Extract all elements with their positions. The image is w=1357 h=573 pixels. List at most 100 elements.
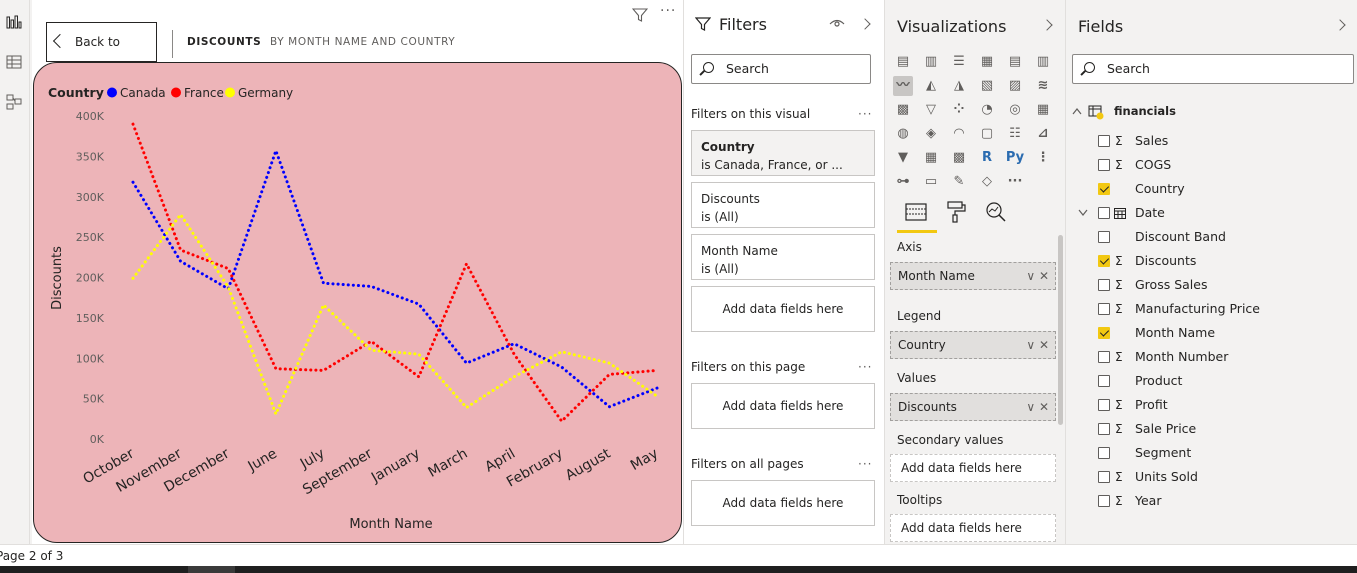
field-checkbox[interactable] [1098,423,1110,435]
well-controls[interactable]: ∨ ✕ [1026,332,1049,358]
field-checkbox[interactable] [1098,183,1110,195]
arcgis-visual-icon[interactable]: ◇ [977,172,997,192]
ribbon-visual-icon[interactable]: ≋ [1033,76,1053,96]
line-clustered-visual-icon[interactable]: ▨ [1005,76,1025,96]
multi-row-card-visual-icon[interactable]: ☷ [1005,124,1025,144]
gauge-visual-icon[interactable]: ◠ [949,124,969,144]
field-checkbox[interactable] [1098,327,1110,339]
waterfall-visual-icon[interactable]: ▩ [893,100,913,120]
collapse-fields-icon[interactable] [1334,19,1346,31]
analytics-magnifier-icon[interactable] [984,200,1008,224]
100-column-visual-icon[interactable]: ▥ [1033,52,1053,72]
field-manufacturing-price[interactable]: Σ Manufacturing Price [1066,299,1356,319]
field-checkbox[interactable] [1098,207,1110,219]
field-checkbox[interactable] [1098,279,1110,291]
funnel-visual-icon[interactable]: ▽ [921,100,941,120]
more-options-icon[interactable]: ··· [660,3,676,19]
area-visual-icon[interactable]: ◭ [921,76,941,96]
slicer-visual-icon[interactable]: ▼ [893,148,913,168]
field-date[interactable]: Date [1066,203,1356,223]
field-checkbox[interactable] [1098,255,1110,267]
field-sale-price[interactable]: Σ Sale Price [1066,419,1356,439]
field-checkbox[interactable] [1098,447,1110,459]
secondary-values-well[interactable]: Add data fields here [890,454,1056,482]
kpi-visual-icon[interactable]: ⊿ [1033,124,1053,144]
python-visual-visual-icon[interactable]: Py [1005,148,1025,168]
field-product[interactable]: Product [1066,371,1356,391]
key-influencers-visual-icon[interactable]: ⋮ [1033,148,1053,168]
collapse-filters-icon[interactable] [859,18,871,30]
axis-well[interactable]: Month Name ∨ ✕ [890,262,1056,290]
visual-filter-drop-zone[interactable]: Add data fields here [691,286,875,332]
collapse-visualizations-icon[interactable] [1041,19,1053,31]
fields-tab-icon[interactable] [904,200,928,224]
donut-visual-icon[interactable]: ◎ [1005,100,1025,120]
pie-visual-icon[interactable]: ◔ [977,100,997,120]
line-chart-visual[interactable]: Country Canada France Germany 400K 350K 300K 2… [33,62,682,543]
map-visual-icon[interactable]: ◍ [893,124,913,144]
filter-card-discounts[interactable]: Discounts is (All) [691,182,875,228]
legend-well[interactable]: Country ∨ ✕ [890,331,1056,359]
r-visual-visual-icon[interactable]: R [977,148,997,168]
more-options-icon[interactable]: ··· [858,457,872,471]
field-checkbox[interactable] [1098,495,1110,507]
table-visual-icon[interactable]: ▦ [921,148,941,168]
tooltips-well[interactable]: Add data fields here [890,514,1056,542]
well-controls[interactable]: ∨ ✕ [1026,263,1049,289]
table-financials[interactable]: financials [1066,101,1356,121]
field-checkbox[interactable] [1098,303,1110,315]
field-month-number[interactable]: Σ Month Number [1066,347,1356,367]
scatter-visual-icon[interactable]: ⁘ [949,100,969,120]
matrix-visual-icon[interactable]: ▩ [949,148,969,168]
chevron-up-icon[interactable] [1072,107,1082,115]
field-checkbox[interactable] [1098,351,1110,363]
clustered-column-visual-icon[interactable]: ▦ [977,52,997,72]
page-filter-drop-zone[interactable]: Add data fields here [691,383,875,429]
field-country[interactable]: Country [1066,179,1356,199]
format-paint-roller-icon[interactable] [944,200,968,224]
fields-search-input[interactable]: Search [1072,54,1354,84]
field-checkbox[interactable] [1098,135,1110,147]
stacked-bar-visual-icon[interactable]: ▤ [893,52,913,72]
field-discount-band[interactable]: Discount Band [1066,227,1356,247]
visualizations-scrollbar[interactable] [1058,235,1063,425]
report-filter-drop-zone[interactable]: Add data fields here [691,480,875,526]
treemap-visual-icon[interactable]: ▦ [1033,100,1053,120]
eye-icon[interactable] [829,17,845,31]
field-checkbox[interactable] [1098,471,1110,483]
field-checkbox[interactable] [1098,375,1110,387]
well-controls[interactable]: ∨ ✕ [1026,394,1049,420]
qa-visual-icon[interactable]: ▭ [921,172,941,192]
field-year[interactable]: Σ Year [1066,491,1356,511]
stacked-column-visual-icon[interactable]: ▥ [921,52,941,72]
line-visual-icon[interactable]: 〰 [893,76,913,96]
report-view-icon[interactable] [6,14,22,30]
100-bar-visual-icon[interactable]: ▤ [1005,52,1025,72]
filter-card-country[interactable]: Country is Canada, France, or ... [691,130,875,176]
stacked-area-visual-icon[interactable]: ◮ [949,76,969,96]
visual-filter-icon[interactable] [632,7,648,23]
field-discounts[interactable]: Σ Discounts [1066,251,1356,271]
more-visuals-visual-icon[interactable]: ··· [1005,172,1025,192]
card-visual-icon[interactable]: ▢ [977,124,997,144]
field-checkbox[interactable] [1098,159,1110,171]
chevron-down-icon[interactable] [1078,209,1088,217]
smart-narrative-visual-icon[interactable]: ✎ [949,172,969,192]
back-to-report-button[interactable]: Back to report [46,22,157,87]
more-options-icon[interactable]: ··· [858,107,872,121]
field-checkbox[interactable] [1098,399,1110,411]
field-profit[interactable]: Σ Profit [1066,395,1356,415]
field-gross-sales[interactable]: Σ Gross Sales [1066,275,1356,295]
decomposition-tree-visual-icon[interactable]: ⊶ [893,172,913,192]
values-well[interactable]: Discounts ∨ ✕ [890,393,1056,421]
data-view-icon[interactable] [6,54,22,70]
filters-search-input[interactable]: Search [691,54,871,84]
filter-card-month-name[interactable]: Month Name is (All) [691,234,875,280]
field-segment[interactable]: Segment [1066,443,1356,463]
field-sales[interactable]: Σ Sales [1066,131,1356,151]
filled-map-visual-icon[interactable]: ◈ [921,124,941,144]
model-view-icon[interactable] [6,94,22,110]
more-options-icon[interactable]: ··· [858,360,872,374]
line-column-visual-icon[interactable]: ▧ [977,76,997,96]
clustered-bar-visual-icon[interactable]: ☰ [949,52,969,72]
